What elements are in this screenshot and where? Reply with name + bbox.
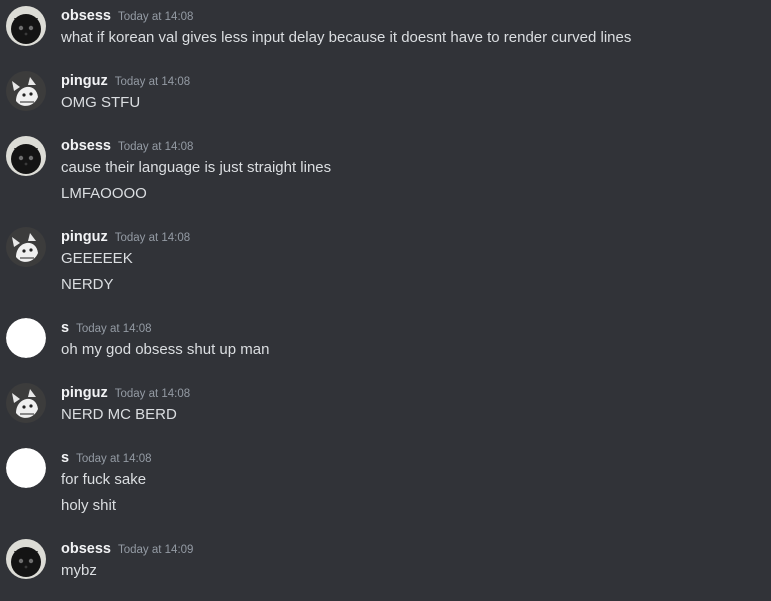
message-author[interactable]: s bbox=[61, 450, 69, 466]
message-timestamp: Today at 14:08 bbox=[114, 232, 191, 244]
message-timestamp: Today at 14:08 bbox=[117, 141, 194, 153]
message-timestamp: Today at 14:08 bbox=[114, 76, 191, 88]
blank-white-avatar[interactable] bbox=[6, 448, 46, 488]
message-author[interactable]: pinguz bbox=[61, 73, 108, 89]
message-author[interactable]: obsess bbox=[61, 8, 111, 24]
message-text: OMG STFU bbox=[61, 94, 141, 111]
message-timestamp: Today at 14:08 bbox=[76, 453, 152, 465]
anime-sketch-avatar[interactable] bbox=[6, 71, 46, 111]
message-author[interactable]: pinguz bbox=[61, 385, 108, 401]
anime-sketch-avatar[interactable] bbox=[6, 227, 46, 267]
dark-cat-avatar[interactable] bbox=[6, 6, 46, 46]
message-author[interactable]: obsess bbox=[61, 541, 111, 557]
chat-message-list: obsess Today at 14:08 what if korean val … bbox=[0, 0, 771, 601]
message-text: holy shit bbox=[61, 497, 117, 514]
message-text: what if korean val gives less input dela… bbox=[61, 29, 632, 46]
message-author[interactable]: pinguz bbox=[61, 229, 108, 245]
message-timestamp: Today at 14:08 bbox=[76, 323, 152, 335]
message-text: mybz bbox=[61, 562, 97, 579]
anime-sketch-avatar[interactable] bbox=[6, 383, 46, 423]
message-timestamp: Today at 14:09 bbox=[117, 544, 194, 556]
message-text: LMFAOOOO bbox=[61, 185, 147, 202]
message-text: NERDY bbox=[61, 276, 114, 293]
message-timestamp: Today at 14:08 bbox=[117, 11, 194, 23]
message-author[interactable]: s bbox=[61, 320, 69, 336]
message-text: NERD MC BERD bbox=[61, 406, 177, 423]
dark-cat-avatar[interactable] bbox=[6, 136, 46, 176]
message-text: oh my god obsess shut up man bbox=[61, 341, 270, 358]
message-text: GEEEEEK bbox=[61, 250, 133, 267]
message-text: cause their language is just straight li… bbox=[61, 159, 332, 176]
message-timestamp: Today at 14:08 bbox=[114, 388, 191, 400]
message-author[interactable]: obsess bbox=[61, 138, 111, 154]
message-text: for fuck sake bbox=[61, 471, 147, 488]
dark-cat-avatar[interactable] bbox=[6, 539, 46, 579]
blank-white-avatar[interactable] bbox=[6, 318, 46, 358]
